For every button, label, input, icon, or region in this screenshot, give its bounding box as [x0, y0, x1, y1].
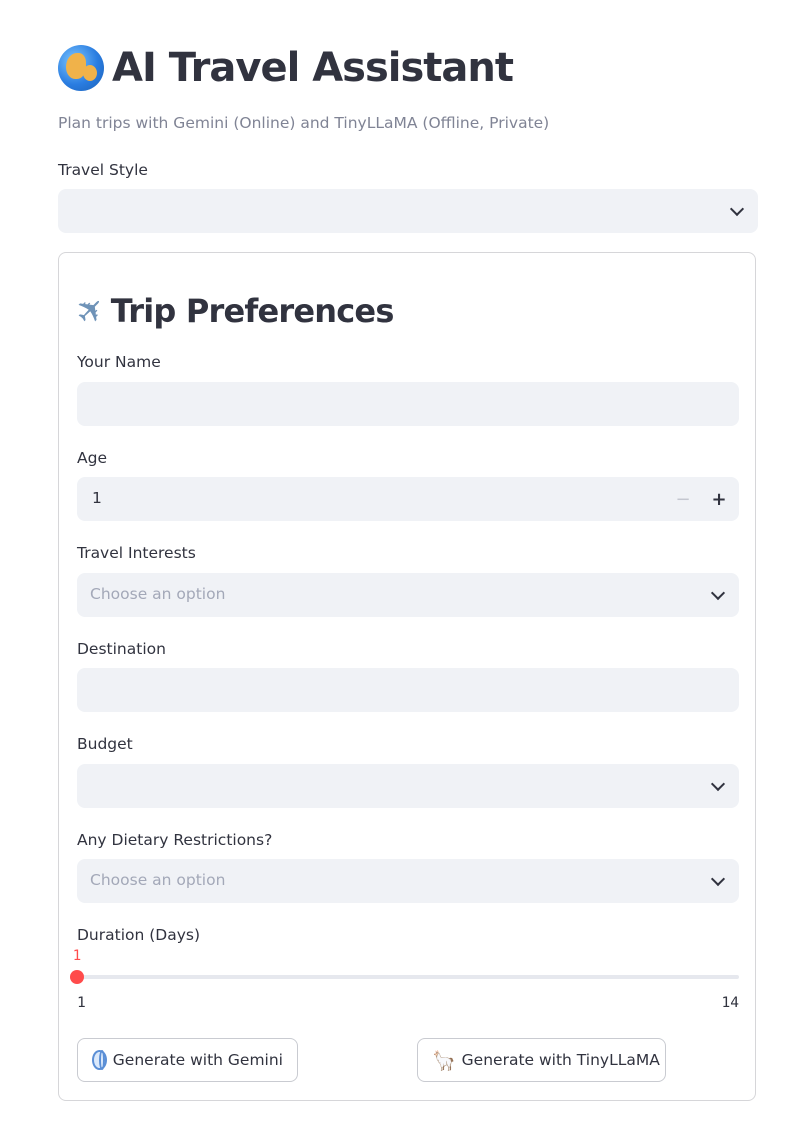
- dietary-placeholder: Choose an option: [90, 871, 226, 889]
- age-decrement-button[interactable]: −: [665, 477, 701, 521]
- form-title: ✈ Trip Preferences: [67, 287, 395, 335]
- page-subtitle: Plan trips with Gemini (Online) and Tiny…: [58, 114, 550, 132]
- travel-style-label: Travel Style: [58, 161, 148, 179]
- page-title: AI Travel Assistant: [58, 40, 514, 96]
- page-title-text: AI Travel Assistant: [112, 45, 514, 91]
- trip-preferences-form: ✈ Trip Preferences Your Name Age 1 − + T…: [58, 252, 756, 1101]
- llama-icon: 🦙: [432, 1049, 456, 1072]
- chevron-down-icon: [710, 871, 726, 887]
- action-buttons: Generate with Gemini 🦙 Generate with Tin…: [77, 1038, 739, 1082]
- form-title-text: Trip Preferences: [110, 292, 395, 330]
- chevron-down-icon: [710, 776, 726, 792]
- generate-tinyllama-button[interactable]: 🦙 Generate with TinyLLaMA: [417, 1038, 666, 1082]
- globe-with-meridians-icon: [92, 1050, 107, 1070]
- slider-thumb[interactable]: [70, 970, 84, 984]
- interests-label: Travel Interests: [77, 544, 196, 562]
- dietary-multiselect[interactable]: Choose an option: [77, 859, 739, 903]
- destination-label: Destination: [77, 640, 166, 658]
- age-label: Age: [77, 449, 107, 467]
- interests-placeholder: Choose an option: [90, 585, 226, 603]
- interests-multiselect[interactable]: Choose an option: [77, 573, 739, 617]
- slider-max-label: 14: [721, 995, 739, 1011]
- age-value[interactable]: 1: [92, 489, 102, 507]
- name-input[interactable]: [77, 382, 739, 426]
- slider-track[interactable]: [77, 975, 739, 979]
- generate-gemini-button[interactable]: Generate with Gemini: [77, 1038, 298, 1082]
- duration-slider[interactable]: 1 1 14: [70, 948, 739, 1015]
- dietary-label: Any Dietary Restrictions?: [77, 831, 273, 849]
- globe-icon: [58, 45, 104, 91]
- generate-tinyllama-label: Generate with TinyLLaMA: [461, 1051, 660, 1069]
- budget-label: Budget: [77, 735, 133, 753]
- chevron-down-icon: [729, 201, 745, 217]
- chevron-down-icon: [710, 585, 726, 601]
- age-increment-button[interactable]: +: [701, 477, 737, 521]
- age-number-input[interactable]: 1 − +: [77, 477, 739, 521]
- airplane-icon: ✈: [66, 287, 115, 335]
- slider-current-value: 1: [72, 948, 82, 964]
- name-label: Your Name: [77, 353, 161, 371]
- budget-select[interactable]: [77, 764, 739, 808]
- generate-gemini-label: Generate with Gemini: [112, 1051, 283, 1069]
- travel-style-select[interactable]: [58, 189, 758, 233]
- destination-input[interactable]: [77, 668, 739, 712]
- duration-label: Duration (Days): [77, 926, 201, 944]
- slider-min-label: 1: [77, 995, 86, 1011]
